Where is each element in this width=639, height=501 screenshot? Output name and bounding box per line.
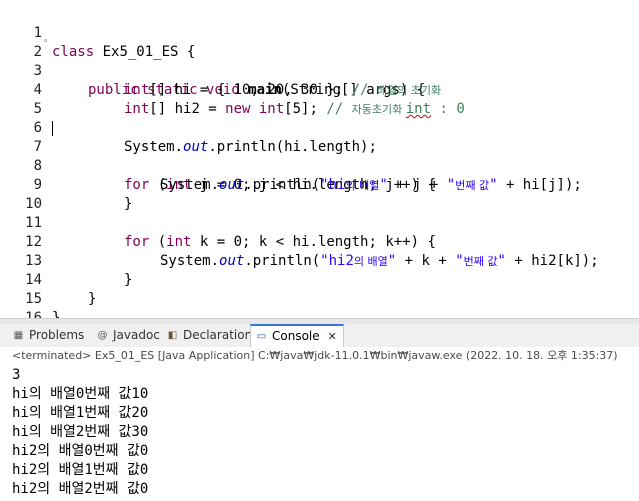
close-icon[interactable]: ✕ xyxy=(328,326,337,347)
text-cursor xyxy=(52,121,53,136)
code-line: 3 int[] hi = { 10, 20, 30 }; // 배열의 초기화 xyxy=(0,43,639,98)
console-output[interactable]: 3 hi의 배열0번째 값10 hi의 배열1번째 값20 hi의 배열2번째 … xyxy=(0,364,639,501)
tab-label: Javadoc xyxy=(113,328,160,342)
declaration-icon: ◧ xyxy=(167,330,178,341)
console-line: 3 xyxy=(12,367,21,383)
code-line: 15 } xyxy=(0,271,639,318)
code-line: 9 } xyxy=(0,157,639,212)
code-editor[interactable]: 1 class Ex5_01_ES { 2 ◦ public static vo… xyxy=(0,0,639,318)
console-line: hi의 배열2번째 값30 xyxy=(12,424,149,440)
code-line: 5 xyxy=(0,81,639,117)
console-line: hi2의 배열2번째 값0 xyxy=(12,481,149,497)
console-line: hi의 배열1번째 값20 xyxy=(12,405,149,421)
code-text: } xyxy=(52,310,61,318)
tab-label: Console xyxy=(272,329,320,343)
console-line: hi2의 배열1번째 값0 xyxy=(12,462,149,478)
code-line: 2 ◦ public static void main(String[] arg… xyxy=(0,24,639,98)
tab-label: Declaration xyxy=(183,328,253,342)
code-line: 10 xyxy=(0,176,639,212)
tab-declaration[interactable]: ◧ Declaration xyxy=(166,324,252,347)
code-line: 1 class Ex5_01_ES { xyxy=(0,5,639,60)
code-line-current: 7 for (int j = 0; j < hi.length; j++) { xyxy=(0,119,639,193)
code-line: 14 } xyxy=(0,252,639,307)
tab-label: Problems xyxy=(29,328,85,342)
console-status: <terminated> Ex5_01_ES [Java Application… xyxy=(0,347,639,364)
code-line: 8 System.out.println("hi의 배열" + j + "번째 … xyxy=(0,138,639,193)
code-line: 13 } xyxy=(0,233,639,288)
tab-problems[interactable]: ▦ Problems xyxy=(12,324,85,347)
view-tab-bar: ▦ Problems @ Javadoc ◧ Declaration ▭ Con… xyxy=(0,324,639,348)
console-line: hi의 배열0번째 값10 xyxy=(12,386,149,402)
line-number: 16 xyxy=(25,310,42,318)
problems-icon: ▦ xyxy=(13,330,24,341)
tab-console[interactable]: ▭ Console ✕ xyxy=(250,324,344,347)
code-line: 12 System.out.println("hi2의 배열" + k + "번… xyxy=(0,214,639,269)
code-line: 11 for (int k = 0; k < hi.length; k++) { xyxy=(0,195,639,250)
code-line: 6 System.out.println(hi.length); xyxy=(0,100,639,155)
tab-javadoc[interactable]: @ Javadoc xyxy=(96,324,160,347)
console-icon: ▭ xyxy=(256,331,267,342)
javadoc-icon: @ xyxy=(97,330,108,341)
code-line: 4 int[] hi2 = new int[5]; // 자동초기화 int :… xyxy=(0,62,639,117)
console-line: hi2의 배열0번째 값0 xyxy=(12,443,149,459)
code-line: 16 xyxy=(0,290,639,318)
